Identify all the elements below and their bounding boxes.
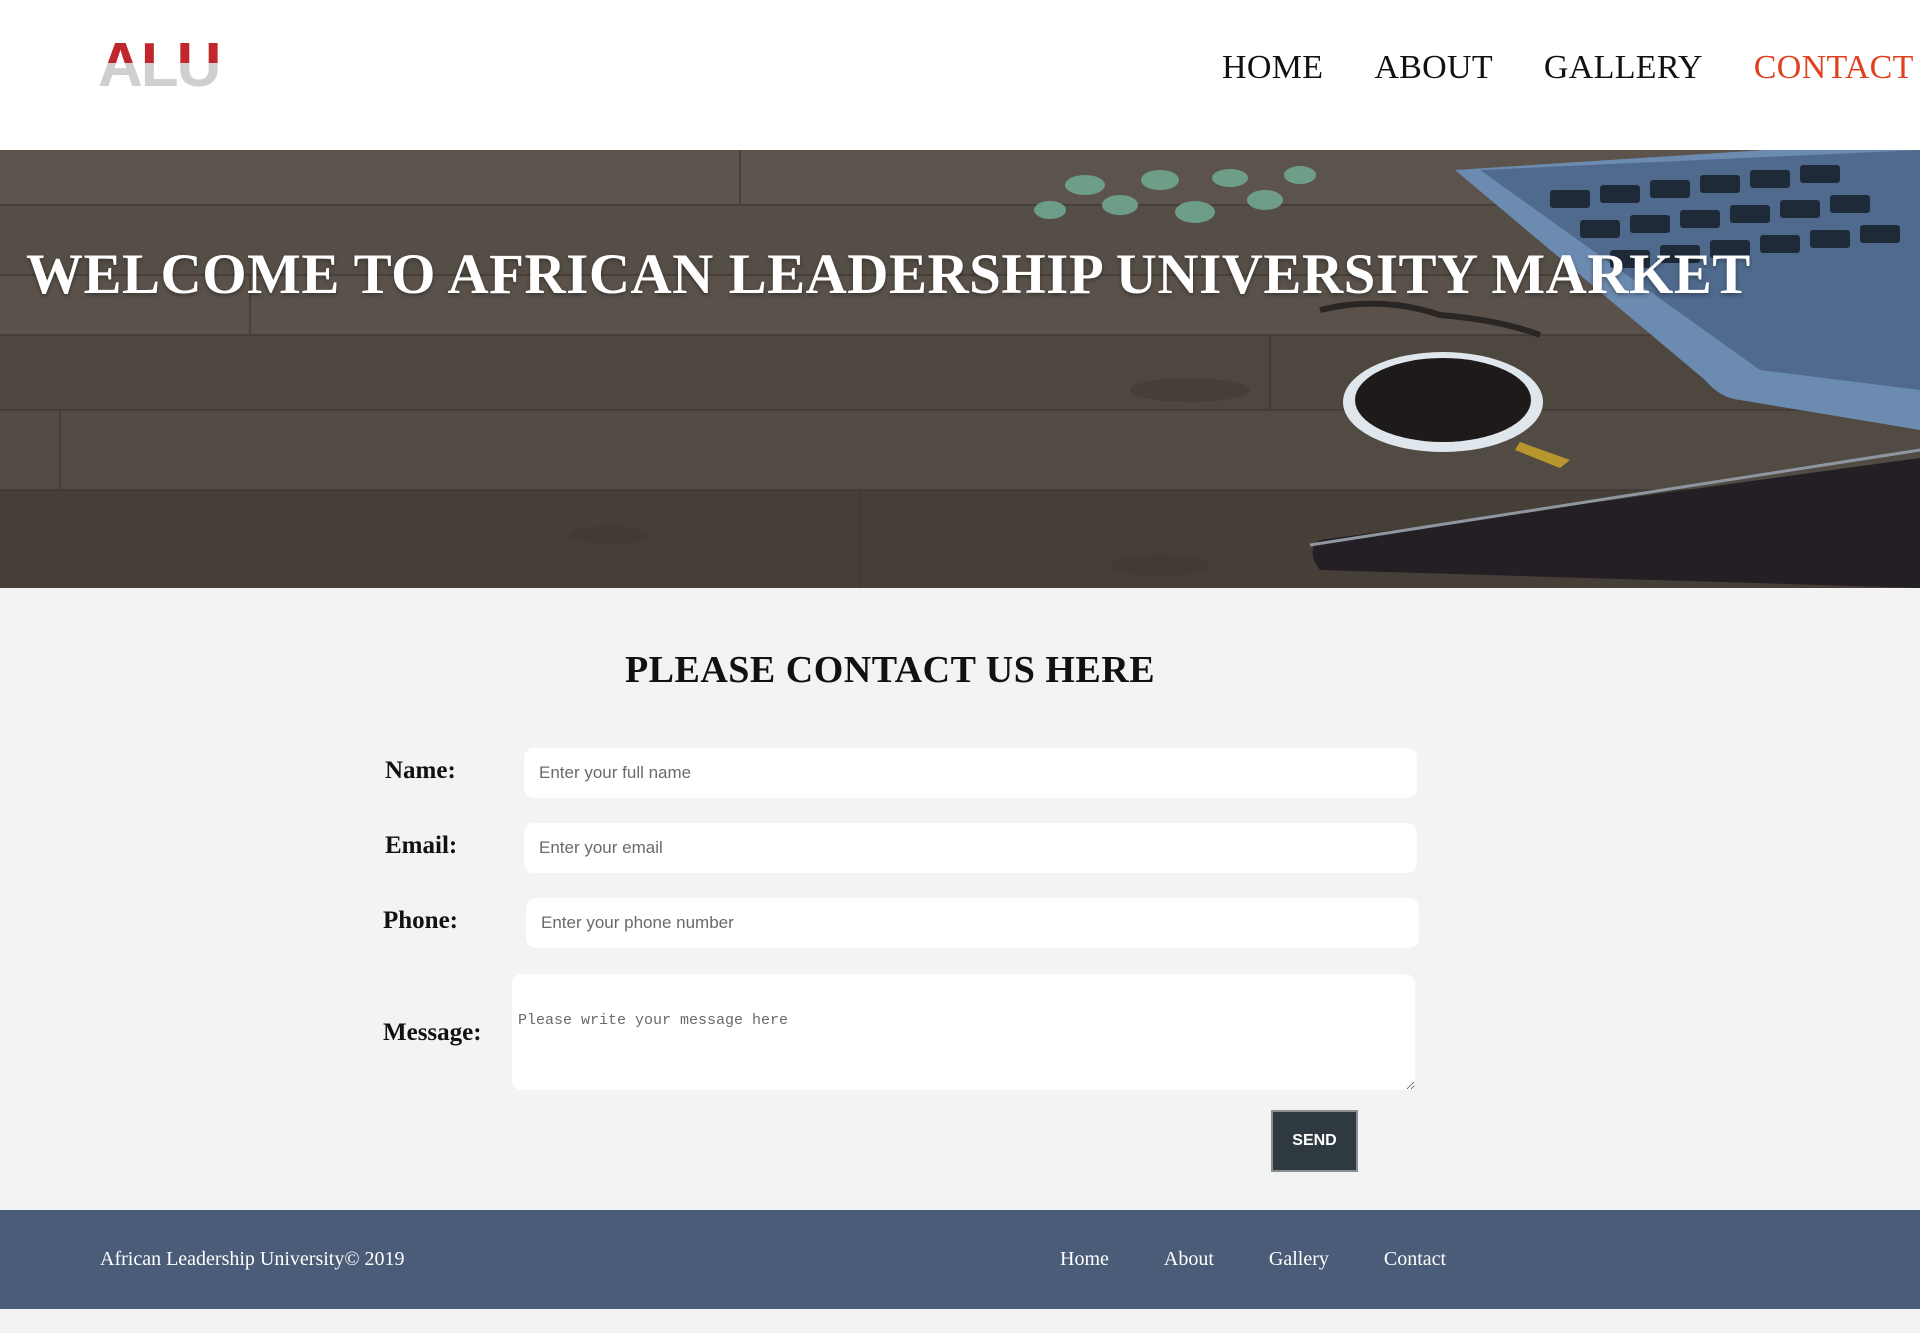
main-nav: HOME ABOUT GALLERY CONTACT: [1222, 48, 1914, 88]
message-label: Message:: [383, 1019, 482, 1046]
email-label: Email:: [385, 832, 458, 859]
phone-input[interactable]: [526, 898, 1419, 948]
site-footer: African Leadership University© 2019 Home…: [0, 1210, 1920, 1309]
nav-gallery[interactable]: GALLERY: [1544, 48, 1703, 88]
email-input[interactable]: [524, 823, 1417, 873]
hero-banner: WELCOME TO AFRICAN LEADERSHIP UNIVERSITY…: [0, 150, 1920, 588]
hero-title: WELCOME TO AFRICAN LEADERSHIP UNIVERSITY…: [26, 243, 1751, 306]
hero-background-image: [0, 150, 1920, 588]
footer-link-about[interactable]: About: [1164, 1246, 1214, 1272]
name-input[interactable]: [524, 748, 1417, 798]
message-textarea[interactable]: [512, 974, 1415, 1090]
name-label: Name:: [385, 757, 456, 784]
send-button[interactable]: SEND: [1271, 1110, 1358, 1172]
footer-link-home[interactable]: Home: [1060, 1246, 1109, 1272]
nav-contact[interactable]: CONTACT: [1754, 48, 1914, 88]
nav-home[interactable]: HOME: [1222, 48, 1323, 88]
phone-label: Phone:: [383, 907, 458, 934]
nav-about[interactable]: ABOUT: [1374, 48, 1493, 88]
footer-link-gallery[interactable]: Gallery: [1269, 1246, 1329, 1272]
alu-logo[interactable]: ALU ALU: [98, 38, 244, 88]
footer-copyright: African Leadership University© 2019: [100, 1248, 405, 1270]
site-header: ALU ALU HOME ABOUT GALLERY CONTACT: [0, 0, 1920, 150]
contact-heading: PLEASE CONTACT US HERE: [624, 649, 1156, 691]
footer-nav: Home About Gallery Contact: [1060, 1246, 1446, 1272]
footer-link-contact[interactable]: Contact: [1384, 1246, 1446, 1272]
